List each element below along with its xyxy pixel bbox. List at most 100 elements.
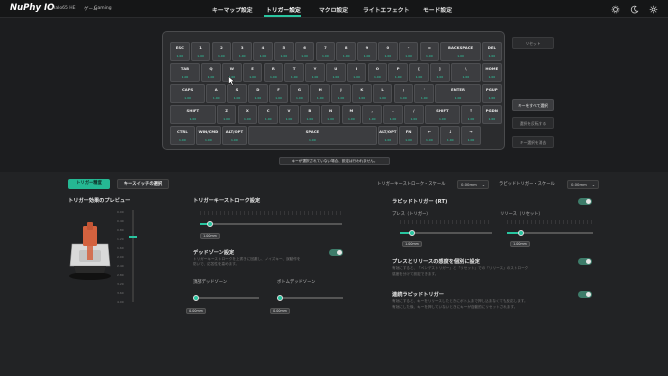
bottom-deadzone-thumb[interactable] — [277, 295, 283, 301]
rapid-scale-select[interactable]: 0.00mm ⌄ — [567, 180, 599, 189]
key[interactable]: 9 1.00 — [357, 42, 377, 61]
key[interactable]: 0 1.00 — [378, 42, 398, 61]
tab-trigger[interactable]: トリガー設定 — [266, 5, 301, 14]
key[interactable]: [1.00 — [409, 63, 429, 82]
release-value[interactable]: 1.00mm — [510, 241, 530, 247]
key[interactable]: 5 1.00 — [274, 42, 294, 61]
top-deadzone-thumb[interactable] — [193, 295, 199, 301]
device-name[interactable]: Halo65 HE — [52, 6, 76, 11]
key[interactable]: WIN/CMD 1.00 — [196, 126, 221, 145]
invert-selection-button[interactable]: 選択を反転する — [512, 117, 554, 129]
select-all-keys-button[interactable]: キーをすべて選択 — [512, 99, 554, 111]
bottom-deadzone-slider[interactable] — [279, 297, 343, 299]
key[interactable]: ALT/OPT 1.00 — [378, 126, 398, 145]
key[interactable]: F 1.00 — [268, 84, 289, 103]
key[interactable]: U 1.00 — [326, 63, 346, 82]
trigger-stroke-value[interactable]: 1.00mm — [200, 233, 220, 239]
key[interactable]: PGUP 1.00 — [482, 84, 502, 103]
key[interactable]: DEL 1.00 — [482, 42, 502, 61]
key[interactable]: R 1.00 — [263, 63, 284, 82]
tab-mode[interactable]: モード設定 — [423, 5, 452, 14]
key[interactable]: TAB 1.00 — [170, 63, 200, 82]
key[interactable]: Q 1.00 — [201, 63, 221, 82]
bottom-deadzone-value[interactable]: 0.00mm — [270, 308, 290, 314]
key[interactable]: ↓ 1.00 — [440, 126, 460, 145]
key[interactable]: 4 1.00 — [253, 42, 273, 61]
press-value[interactable]: 1.00mm — [402, 241, 422, 247]
key[interactable]: ; 1.00 — [393, 84, 414, 103]
settings-icon[interactable] — [649, 5, 658, 14]
key[interactable]: 1 1.00 — [190, 42, 211, 61]
key[interactable]: 2 1.00 — [211, 42, 232, 61]
key[interactable]: CTRL 1.00 — [170, 126, 195, 145]
key[interactable]: BACKSPACE 1.00 — [440, 42, 481, 61]
key[interactable]: ALT/OPT 1.00 — [222, 126, 247, 145]
key[interactable]: ← 1.00 — [419, 126, 440, 145]
key[interactable]: H 1.00 — [310, 84, 330, 103]
key[interactable]: = 1.00 — [419, 42, 440, 61]
mode-name[interactable]: Gaming — [94, 6, 112, 11]
key[interactable]: B 1.00 — [300, 105, 320, 124]
key[interactable]: 8 1.00 — [336, 42, 356, 61]
key[interactable]: K 1.00 — [352, 84, 372, 103]
key[interactable]: T 1.00 — [284, 63, 304, 82]
key[interactable]: → 1.00 — [461, 126, 481, 145]
trigger-stroke-slider[interactable] — [200, 223, 342, 225]
key[interactable]: ↑ 1.00 — [461, 105, 481, 124]
key[interactable]: SHIFT 1.00 — [170, 105, 216, 124]
key[interactable]: A 1.00 — [206, 84, 226, 103]
key[interactable]: I 1.00 — [346, 63, 367, 82]
top-deadzone-slider[interactable] — [195, 297, 259, 299]
key[interactable]: C 1.00 — [258, 105, 278, 124]
key[interactable]: ESC 1.00 — [170, 42, 190, 61]
release-thumb[interactable] — [518, 230, 524, 236]
key[interactable]: , 1.00 — [362, 105, 382, 124]
key[interactable]: 3 1.00 — [232, 42, 252, 61]
clear-selection-button[interactable]: キー選択を消去 — [512, 136, 554, 148]
key[interactable]: HOME 1.00 — [482, 63, 502, 82]
key[interactable]: D 1.00 — [248, 84, 268, 103]
key[interactable]: L 1.00 — [372, 84, 393, 103]
key[interactable]: ' 1.00 — [414, 84, 434, 103]
tab-light-effect[interactable]: ライトエフェクト — [363, 5, 409, 14]
key[interactable]: S 1.00 — [227, 84, 247, 103]
key[interactable]: M 1.00 — [341, 105, 362, 124]
key[interactable]: FN 1.00 — [398, 126, 419, 145]
gear-icon[interactable] — [611, 5, 620, 14]
key[interactable]: SHIFT 1.00 — [424, 105, 460, 124]
key[interactable]: X 1.00 — [237, 105, 258, 124]
key[interactable]: . 1.00 — [383, 105, 403, 124]
tab-macro[interactable]: マクロ設定 — [319, 5, 348, 14]
key[interactable]: - 1.00 — [398, 42, 419, 61]
key[interactable]: J 1.00 — [331, 84, 351, 103]
key[interactable]: P 1.00 — [388, 63, 408, 82]
continuous-rapid-toggle[interactable] — [578, 291, 592, 298]
key[interactable]: CAPS 1.00 — [170, 84, 206, 103]
separate-sensitivity-toggle[interactable] — [578, 258, 592, 265]
key[interactable]: / 1.00 — [404, 105, 424, 124]
key[interactable]: G 1.00 — [289, 84, 310, 103]
deadzone-toggle[interactable] — [329, 249, 343, 256]
trigger-precision-tab[interactable]: トリガー精度 — [68, 179, 110, 189]
key[interactable]: \ 1.00 — [450, 63, 481, 82]
key[interactable]: N 1.00 — [320, 105, 341, 124]
key[interactable]: ] 1.00 — [430, 63, 450, 82]
key[interactable]: E 1.00 — [242, 63, 263, 82]
rapid-trigger-toggle[interactable] — [578, 198, 592, 205]
theme-moon-icon[interactable] — [630, 5, 639, 14]
key[interactable]: 7 1.00 — [315, 42, 336, 61]
switch-select-tab[interactable]: キースイッチの選択 — [117, 179, 169, 189]
tab-keymap[interactable]: キーマップ設定 — [212, 5, 253, 14]
top-deadzone-value[interactable]: 0.00mm — [186, 308, 206, 314]
reset-button[interactable]: リセット — [512, 37, 554, 49]
key[interactable]: SPACE 1.00 — [248, 126, 377, 145]
key[interactable]: Y 1.00 — [305, 63, 325, 82]
stroke-scale-select[interactable]: 0.00mm ⌄ — [457, 180, 489, 189]
key[interactable]: PGDN 1.00 — [482, 105, 502, 124]
key[interactable]: V 1.00 — [279, 105, 299, 124]
trigger-stroke-thumb[interactable] — [207, 221, 213, 227]
key[interactable]: Z 1.00 — [216, 105, 237, 124]
key[interactable]: 6 1.00 — [294, 42, 315, 61]
key[interactable]: O 1.00 — [367, 63, 388, 82]
press-thumb[interactable] — [409, 230, 415, 236]
